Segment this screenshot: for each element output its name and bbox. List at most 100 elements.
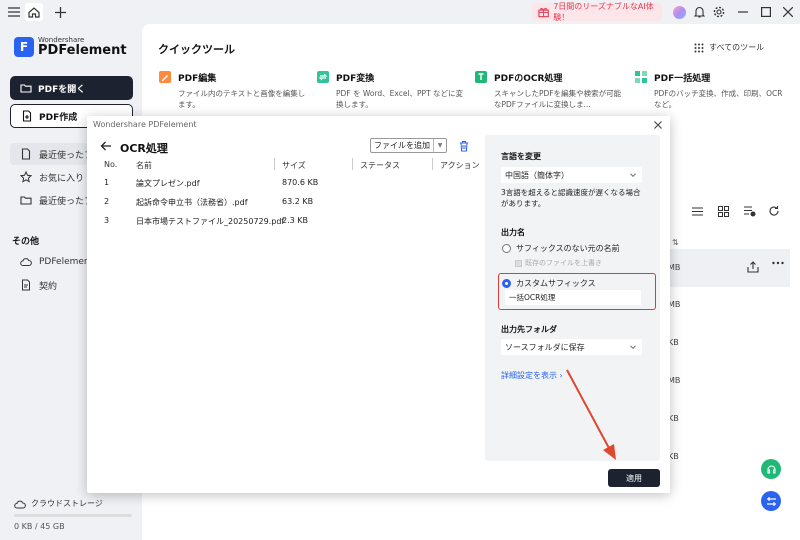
row-no: 3 bbox=[104, 216, 110, 225]
sidebar-item-label: お気に入り bbox=[39, 173, 85, 184]
ocr-tool-icon bbox=[475, 71, 487, 83]
row-name: 起訴命令申立书（法務省）.pdf bbox=[136, 198, 248, 207]
dialog-title: OCR処理 bbox=[120, 142, 168, 155]
ai-promo-banner[interactable]: 7日間のリーズナブルなAI体験！ bbox=[532, 2, 662, 22]
table-row[interactable]: 2 起訴命令申立书（法務省）.pdf 63.2 KB bbox=[104, 197, 474, 215]
cloud-icon bbox=[20, 258, 32, 266]
chevron-down-icon bbox=[630, 345, 636, 350]
create-pdf-label: PDF作成 bbox=[39, 112, 78, 123]
title-bar: 7日間のリーズナブルなAI体験！ bbox=[0, 0, 800, 24]
maximize-icon[interactable] bbox=[758, 4, 774, 20]
bell-icon[interactable] bbox=[691, 4, 707, 20]
tool-desc: PDF を Word、Excel、PPT などに変換します。 bbox=[336, 89, 464, 109]
ai-assistant-icon[interactable] bbox=[761, 491, 781, 511]
open-pdf-button[interactable]: PDFを開く bbox=[10, 76, 133, 100]
ocr-dialog: Wondershare PDFelement OCR処理 ファイルを追加 ▼ N… bbox=[87, 116, 670, 493]
refresh-icon[interactable] bbox=[768, 205, 780, 217]
batch-tool-icon bbox=[635, 71, 647, 83]
tool-name: PDF一括処理 bbox=[654, 73, 711, 84]
batch-manage-icon[interactable] bbox=[744, 206, 756, 217]
column-divider[interactable] bbox=[432, 158, 433, 170]
gear-icon[interactable] bbox=[711, 4, 727, 20]
tool-pdf-convert[interactable]: PDF変換 PDF を Word、Excel、PPT などに変換します。 bbox=[316, 70, 466, 110]
close-icon[interactable] bbox=[653, 120, 663, 130]
trash-icon[interactable] bbox=[458, 140, 470, 152]
back-arrow-icon[interactable] bbox=[100, 140, 112, 152]
column-divider[interactable] bbox=[274, 158, 275, 170]
output-folder-value: ソースフォルダに保存 bbox=[505, 342, 585, 352]
overwrite-label: 既存のファイルを上書き bbox=[525, 259, 602, 267]
output-folder-select[interactable]: ソースフォルダに保存 bbox=[501, 339, 642, 355]
table-row[interactable]: 3 日本市場テストファイル_20250729.pdf 2.3 KB bbox=[104, 216, 474, 234]
language-select[interactable]: 中国語（簡体字） bbox=[501, 167, 642, 183]
row-name: 論文プレゼン.pdf bbox=[136, 179, 200, 188]
chevron-down-icon[interactable]: ▼ bbox=[433, 139, 446, 152]
share-icon[interactable] bbox=[747, 261, 759, 273]
app-logo: F Wondershare PDFelement bbox=[14, 36, 127, 58]
logo-product: PDFelement bbox=[38, 43, 127, 58]
menu-icon[interactable] bbox=[6, 4, 22, 20]
home-tab-icon[interactable] bbox=[25, 3, 43, 21]
output-name-label: 出力名 bbox=[501, 228, 525, 237]
sidebar-item-label: PDFelement bbox=[39, 257, 94, 267]
apply-button[interactable]: 適用 bbox=[608, 469, 660, 487]
add-file-button[interactable]: ファイルを追加 ▼ bbox=[370, 138, 447, 153]
column-action: アクション bbox=[440, 161, 480, 170]
gift-icon bbox=[538, 7, 549, 18]
column-divider[interactable] bbox=[352, 158, 353, 170]
column-status: ステータス bbox=[360, 161, 400, 170]
option-no-suffix[interactable]: サフィックスのない元の名前 bbox=[502, 243, 620, 254]
row-size: 870.6 KB bbox=[282, 178, 319, 187]
tool-pdf-edit[interactable]: PDF編集 ファイル内のテキストと画像を編集します。 bbox=[158, 70, 308, 110]
tool-desc: スキャンしたPDFを編集や検索が可能なPDFファイルに変換しま... bbox=[494, 89, 622, 109]
avatar[interactable] bbox=[671, 4, 687, 20]
storage-usage-bar bbox=[14, 514, 132, 517]
contract-icon bbox=[22, 279, 30, 291]
tool-pdf-batch[interactable]: PDF一括処理 PDFのバッチ変換、作成、印刷、OCRなど。 bbox=[634, 70, 784, 110]
cloud-storage-label: クラウドストレージ bbox=[31, 499, 103, 508]
checkbox-icon[interactable] bbox=[515, 259, 522, 267]
chevron-down-icon bbox=[630, 173, 636, 178]
edit-tool-icon bbox=[159, 71, 171, 83]
language-note: 3言語を超えると認識速度が遅くなる場合があります。 bbox=[501, 188, 641, 208]
row-name: 日本市場テストファイル_20250729.pdf bbox=[136, 217, 285, 226]
tool-name: PDFのOCR処理 bbox=[494, 73, 563, 84]
column-no: No. bbox=[104, 160, 118, 169]
more-icon[interactable] bbox=[772, 261, 784, 265]
tool-name: PDF編集 bbox=[178, 73, 217, 84]
sidebar-section-title: その他 bbox=[12, 237, 40, 247]
tool-pdf-ocr[interactable]: PDFのOCR処理 スキャンしたPDFを編集や検索が可能なPDFファイルに変換し… bbox=[474, 70, 624, 110]
row-no: 2 bbox=[104, 197, 110, 206]
radio-no-suffix[interactable] bbox=[502, 244, 511, 253]
promo-text: 7日間のリーズナブルなAI体験！ bbox=[553, 2, 654, 22]
column-size: サイズ bbox=[282, 161, 306, 170]
close-icon[interactable] bbox=[780, 4, 796, 20]
list-row-highlight[interactable] bbox=[668, 249, 790, 287]
dialog-app-title: Wondershare PDFelement bbox=[93, 120, 197, 129]
file-icon bbox=[21, 148, 31, 160]
star-icon bbox=[20, 171, 32, 183]
language-label: 言語を変更 bbox=[501, 152, 541, 161]
all-tools-label: すべてのツール bbox=[709, 43, 765, 52]
overwrite-checkbox[interactable]: 既存のファイルを上書き bbox=[515, 258, 602, 268]
table-row[interactable]: 1 論文プレゼン.pdf 870.6 KB bbox=[104, 178, 474, 196]
list-view-icon[interactable] bbox=[692, 207, 703, 216]
minimize-icon[interactable] bbox=[735, 4, 751, 20]
quick-tools-title: クイックツール bbox=[158, 43, 235, 56]
sidebar-item-label: 最近使ったフ bbox=[39, 196, 94, 207]
all-tools-link[interactable]: すべてのツール bbox=[694, 42, 764, 53]
sort-icon[interactable]: ⇅ bbox=[672, 238, 679, 247]
tool-desc: PDFのバッチ変換、作成、印刷、OCRなど。 bbox=[654, 89, 783, 109]
advanced-settings-link[interactable]: 詳細設定を表示 › bbox=[501, 370, 563, 381]
tool-desc: ファイル内のテキストと画像を編集します。 bbox=[178, 89, 306, 109]
suffix-input[interactable]: 一括OCR処理 bbox=[505, 290, 641, 305]
new-tab-plus-icon[interactable] bbox=[52, 4, 68, 20]
open-pdf-label: PDFを開く bbox=[38, 84, 86, 95]
cloud-storage-link[interactable]: クラウドストレージ bbox=[14, 498, 103, 509]
grid-view-icon[interactable] bbox=[718, 206, 729, 217]
language-value: 中国語（簡体字） bbox=[505, 170, 569, 180]
support-headset-icon[interactable] bbox=[761, 459, 781, 479]
row-no: 1 bbox=[104, 178, 110, 187]
list-toolbar bbox=[680, 203, 790, 221]
sidebar-item-label: 最近使ったフ bbox=[39, 150, 94, 161]
